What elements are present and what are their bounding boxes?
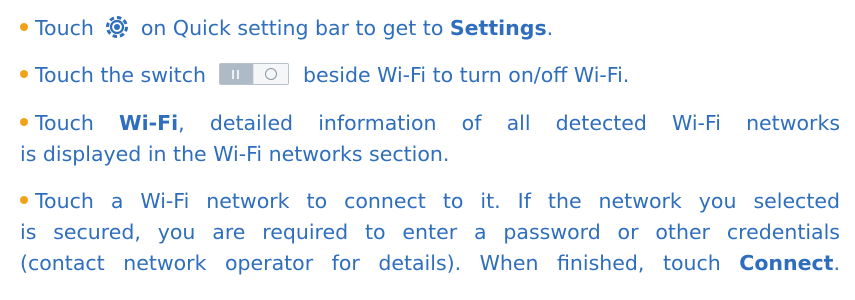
text-line: is secured, you are required to enter a …	[20, 217, 840, 248]
bullet-item-open-settings: Touch on Quick setting bar to get to Set…	[20, 13, 840, 44]
settings-bold-label: Settings	[449, 16, 547, 40]
text-segment: Touch	[35, 16, 101, 40]
text-line: Touch on Quick setting bar to get to Set…	[20, 13, 840, 44]
text-segment: Touch	[35, 111, 119, 135]
wifi-bold-label: Wi-Fi	[118, 111, 179, 135]
text-segment: Touch the switch	[35, 63, 213, 87]
bullet-icon	[20, 196, 28, 204]
text-segment: beside Wi-Fi to turn on/off Wi-Fi.	[296, 63, 630, 87]
text-line: Touch Wi-Fi, detailed information of all…	[20, 108, 840, 139]
text-line: (contact network operator for details). …	[20, 248, 840, 279]
bullet-icon	[20, 118, 28, 126]
text-segment: Touch a Wi-Fi network to connect to it. …	[35, 189, 840, 213]
gear-icon	[103, 13, 131, 41]
bullet-item-connect-network: Touch a Wi-Fi network to connect to it. …	[20, 186, 840, 279]
text-segment: , detailed information of all detected W…	[178, 111, 840, 135]
text-segment: is secured, you are required to enter a …	[20, 220, 840, 244]
text-segment: .	[546, 16, 554, 40]
text-segment: .	[833, 251, 840, 275]
bullet-item-wifi-details: Touch Wi-Fi, detailed information of all…	[20, 108, 840, 170]
bullet-icon	[20, 70, 28, 78]
text-line: is displayed in the Wi-Fi networks secti…	[20, 139, 840, 170]
text-segment: on Quick setting bar to get to	[134, 16, 450, 40]
bullet-item-wifi-switch: Touch the switch beside Wi-Fi to turn on…	[20, 60, 840, 91]
text-line: Touch the switch beside Wi-Fi to turn on…	[20, 60, 840, 91]
connect-bold-label: Connect	[739, 251, 834, 275]
text-segment: (contact network operator for details). …	[20, 251, 740, 275]
text-line: Touch a Wi-Fi network to connect to it. …	[20, 186, 840, 217]
wifi-toggle-switch-icon	[219, 63, 290, 85]
instructions-document: Touch on Quick setting bar to get to Set…	[0, 0, 855, 300]
text-segment: is displayed in the Wi-Fi networks secti…	[20, 142, 450, 166]
bullet-icon	[20, 23, 28, 31]
